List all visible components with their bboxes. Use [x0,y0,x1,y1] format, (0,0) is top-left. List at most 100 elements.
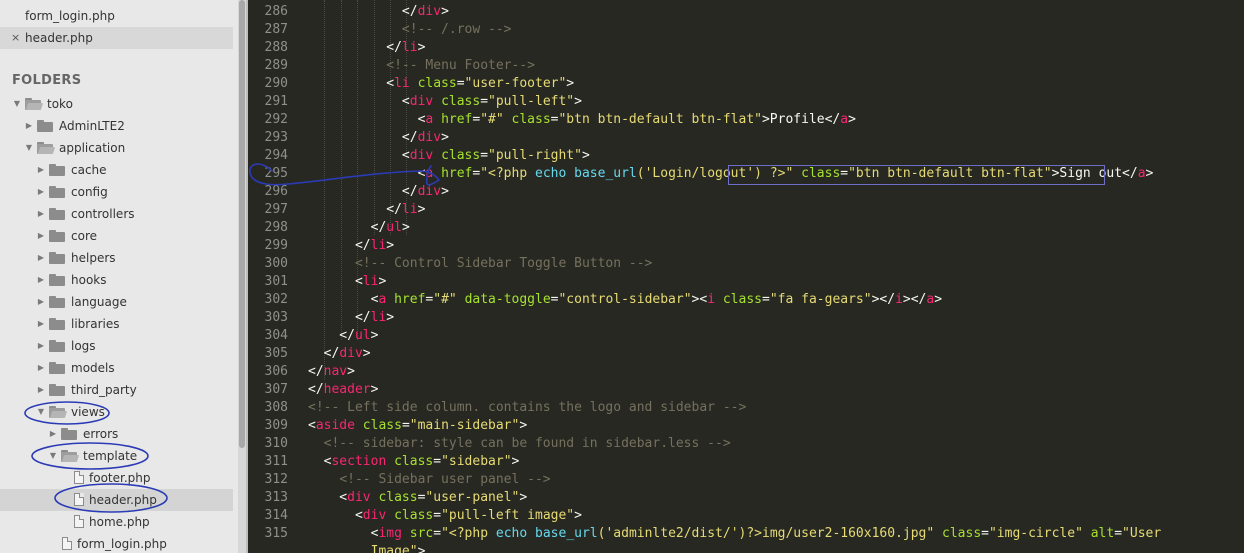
code-line[interactable]: 303 </li> [248,309,1244,327]
tree-item-form-login-php[interactable]: form_login.php [0,533,233,553]
code-line[interactable]: 306 </nav> [248,363,1244,381]
code-line[interactable]: 309 <aside class="main-sidebar"> [248,417,1244,435]
chevron-right-icon[interactable]: ▶ [36,225,46,247]
code-line[interactable]: 313 <div class="user-panel"> [248,489,1244,507]
code-line[interactable]: 286 </div> [248,3,1244,21]
chevron-right-icon[interactable]: ▶ [36,313,46,335]
code-line[interactable]: 315 <img src="<?php echo base_url('admin… [248,525,1244,543]
code-token: section [331,454,387,469]
code-line[interactable]: 293 </div> [248,129,1244,147]
code-token: ></ [902,292,927,307]
tree-item-header-php[interactable]: header.php [0,489,233,511]
tree-item-logs[interactable]: ▶ logs [0,335,233,357]
tree-item-label: template [83,449,138,463]
code-token: "img-circle" [988,526,1083,541]
tree-item-controllers[interactable]: ▶ controllers [0,203,233,225]
chevron-down-icon[interactable]: ▼ [48,445,58,467]
open-file-header[interactable]: × header.php [0,27,233,49]
code-line[interactable]: 302 <a href="#" data-toggle="control-sid… [248,291,1244,309]
code-line[interactable]: 297 </li> [248,201,1244,219]
chevron-down-icon[interactable]: ▼ [36,401,46,423]
file-icon [74,515,84,528]
code-line[interactable]: 299 </li> [248,237,1244,255]
code-token: > [417,544,426,553]
code-line[interactable]: 287 <!-- /.row --> [248,21,1244,39]
code-line[interactable]: Image"> [248,543,1244,553]
code-text: </li> [308,237,394,255]
code-token: </ [308,328,355,343]
tree-item-footer-php[interactable]: footer.php [0,467,233,489]
chevron-right-icon[interactable]: ▶ [36,159,46,181]
tree-item-core[interactable]: ▶ core [0,225,233,247]
code-line[interactable]: 305 </div> [248,345,1244,363]
code-line[interactable]: 308 <!-- Left side column. contains the l… [248,399,1244,417]
code-token: > [386,310,395,325]
open-file-form-login[interactable]: form_login.php [0,5,233,27]
chevron-right-icon[interactable]: ▶ [36,181,46,203]
tree-item-third-party[interactable]: ▶ third_party [0,379,233,401]
code-line[interactable]: 300 <!-- Control Sidebar Toggle Button -… [248,255,1244,273]
line-number: 301 [264,274,288,289]
sidebar-scrollbar-thumb[interactable] [239,0,245,448]
code-token: div [417,4,442,19]
code-line[interactable]: 294 <div class="pull-right"> [248,147,1244,165]
code-line[interactable]: 310 <!-- sidebar: style can be found in … [248,435,1244,453]
chevron-right-icon[interactable]: ▶ [36,247,46,269]
tree-item-models[interactable]: ▶ models [0,357,233,379]
tree-item-views[interactable]: ▼ views [0,401,233,423]
tree-item-application[interactable]: ▼ application [0,137,233,159]
code-token: class [441,148,481,163]
chevron-right-icon[interactable]: ▶ [36,335,46,357]
chevron-right-icon[interactable]: ▶ [36,379,46,401]
code-line[interactable]: 288 </li> [248,39,1244,57]
folder-icon [49,384,65,396]
close-icon[interactable]: × [11,27,20,49]
chevron-down-icon[interactable]: ▼ [12,93,22,115]
code-token: >< [691,292,708,307]
chevron-down-icon[interactable]: ▼ [24,137,34,159]
tree-item-errors[interactable]: ▶ errors [0,423,233,445]
tree-item-language[interactable]: ▶ language [0,291,233,313]
code-line[interactable]: 289 <!-- Menu Footer--> [248,57,1244,75]
tree-item-cache[interactable]: ▶ cache [0,159,233,181]
code-line[interactable]: 292 <a href="#" class="btn btn-default b… [248,111,1244,129]
tree-item-template[interactable]: ▼ template [0,445,233,467]
code-text: <div class="pull-left"> [308,93,582,111]
chevron-right-icon[interactable]: ▶ [48,423,58,445]
folder-icon [49,296,65,308]
tree-item-libraries[interactable]: ▶ libraries [0,313,233,335]
chevron-right-icon[interactable]: ▶ [36,357,46,379]
tree-item-config[interactable]: ▶ config [0,181,233,203]
code-line[interactable]: 307 </header> [248,381,1244,399]
line-number: 311 [264,454,288,469]
tree-item-toko[interactable]: ▼ toko [0,93,233,115]
code-editor[interactable]: 286 </div> 287 <!-- /.row --> 288 </li> 289… [248,0,1244,553]
chevron-right-icon[interactable]: ▶ [36,269,46,291]
code-line[interactable]: 314 <div class="pull-left image"> [248,507,1244,525]
chevron-right-icon[interactable]: ▶ [24,115,34,137]
code-line[interactable]: 312 <!-- Sidebar user panel --> [248,471,1244,489]
code-line[interactable]: 298 </ul> [248,219,1244,237]
chevron-right-icon[interactable]: ▶ [36,291,46,313]
code-line[interactable]: 296 </div> [248,183,1244,201]
tree-item-home-php[interactable]: home.php [0,511,233,533]
line-number: 313 [264,490,288,505]
code-line[interactable]: 291 <div class="pull-left"> [248,93,1244,111]
tree-item-hooks[interactable]: ▶ hooks [0,269,233,291]
tree-item-helpers[interactable]: ▶ helpers [0,247,233,269]
code-line[interactable]: 304 </ul> [248,327,1244,345]
code-line[interactable]: 290 <li class="user-footer"> [248,75,1244,93]
code-token: </ [308,202,402,217]
chevron-right-icon[interactable]: ▶ [36,203,46,225]
sidebar-scrollbar[interactable] [238,0,246,553]
code-token: = [1114,526,1123,541]
tree-item-adminlte2[interactable]: ▶ AdminLTE2 [0,115,233,137]
code-line[interactable]: 301 <li> [248,273,1244,291]
code-line[interactable]: 311 <section class="sidebar"> [248,453,1244,471]
folder-icon [49,340,65,352]
tree-item-label: cache [71,163,107,177]
code-text: <div class="pull-left image"> [308,507,582,525]
